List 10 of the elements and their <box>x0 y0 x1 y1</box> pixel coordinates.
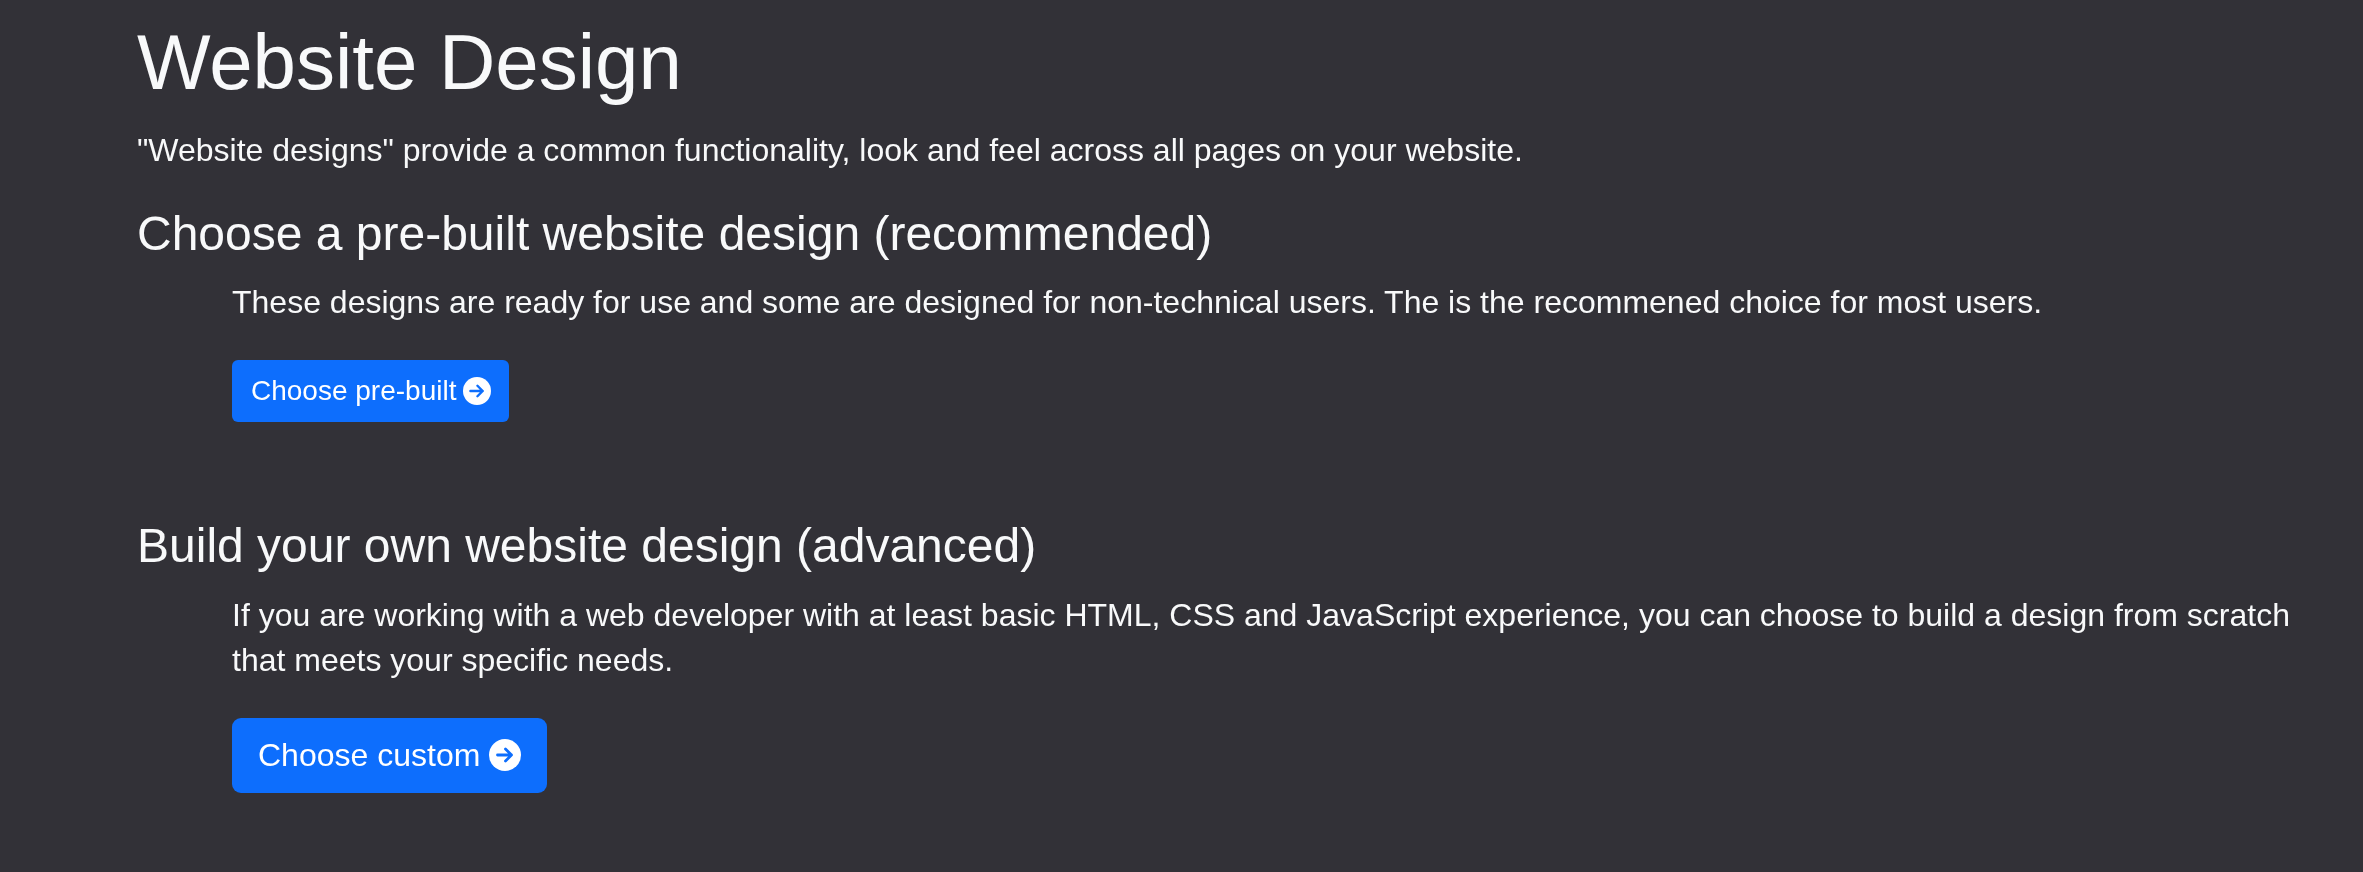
page-title: Website Design <box>137 17 683 108</box>
choose-button[interactable]: Choose pre-built <box>232 360 510 423</box>
choose-button[interactable]: Choose custom <box>232 717 548 793</box>
section-description: If you are working with a web developer with at least basic HTML, CSS and JavaScript experience, you can choose to build a design from scratch that meets your specific needs. <box>232 595 2291 680</box>
section-heading: Choose a pre-built website design (recommended) <box>137 205 1214 262</box>
intro-text: "Website designs" provide a common functionality, look and feel across all pages on your website. <box>137 130 1524 170</box>
arrow-right-circle-icon <box>489 738 522 771</box>
arrow-right-circle-icon <box>463 377 492 406</box>
section-heading: Build your own website design (advanced) <box>137 518 1038 575</box>
section-description: These designs are ready for use and some are designed for non-technical users. The is the recommened choice for most users. <box>232 283 2044 323</box>
